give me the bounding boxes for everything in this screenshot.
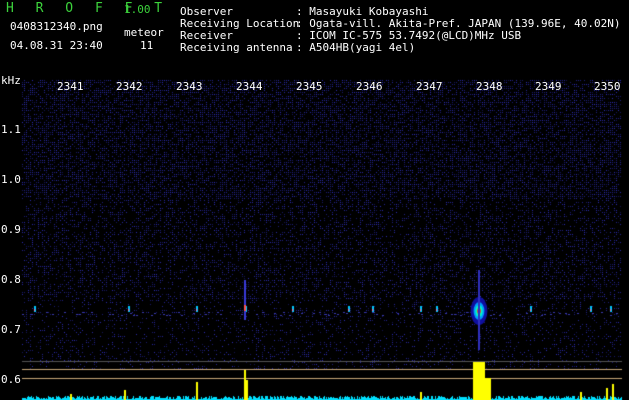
meteor-count: 11 [140,39,154,52]
time-label: 2346 [356,80,383,93]
freq-label: 0.8 [1,273,21,286]
file-name: 0408312340.png [10,20,103,33]
freq-label: 1.1 [1,123,21,136]
info-antenna-value: : A504HB(yagi 4el) [296,41,416,54]
time-label: 2350 [594,80,621,93]
spectrogram-canvas [0,0,629,400]
time-label: 2349 [535,80,562,93]
time-label: 2347 [416,80,443,93]
freq-label: 0.6 [1,373,21,386]
freq-label: 0.9 [1,223,21,236]
time-label: 2343 [176,80,203,93]
app-version: 1.00 [124,3,151,16]
meteor-label: meteor [124,26,164,39]
time-label: 2344 [236,80,263,93]
time-label: 2345 [296,80,323,93]
unit-label: kHz [1,74,21,87]
info-antenna-label: Receiving antenna [180,41,293,54]
time-label: 2342 [116,80,143,93]
freq-label: 1.0 [1,173,21,186]
date-time: 04.08.31 23:40 [10,39,103,52]
time-label: 2341 [57,80,84,93]
time-label: 2348 [476,80,503,93]
freq-label: 0.7 [1,323,21,336]
